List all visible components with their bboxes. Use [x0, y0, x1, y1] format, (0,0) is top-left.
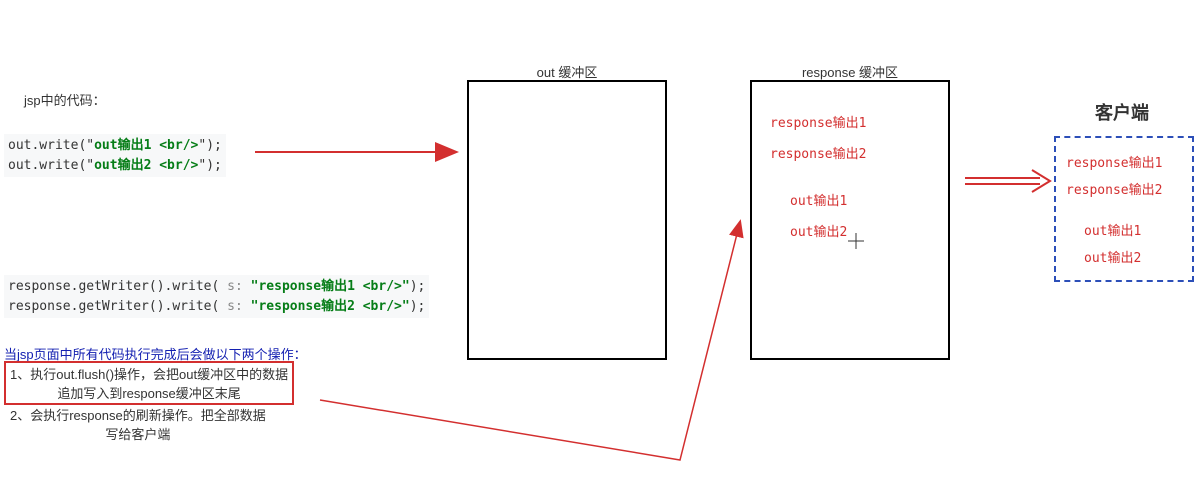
client-line4: out输出2 [1084, 247, 1182, 266]
code-txt: "); [198, 158, 221, 173]
out-buffer-box [467, 80, 667, 360]
resp-line4: out输出2 [790, 221, 948, 240]
client-line2: response输出2 [1066, 179, 1182, 198]
response-buffer-title: response 缓冲区 [750, 62, 950, 81]
code-txt: "); [198, 138, 221, 153]
client-title: 客户端 [1095, 99, 1149, 125]
code-txt: ); [410, 279, 426, 294]
code-line-1: response.getWriter().write( s: "response… [8, 277, 425, 297]
code-hint: s: [219, 279, 250, 294]
code-line-2: response.getWriter().write( s: "response… [8, 297, 425, 317]
client-line1: response输出1 [1066, 152, 1182, 171]
code-line-1: out.write("out输出1 <br/>"); [8, 136, 222, 156]
code-line-2: out.write("out输出2 <br/>"); [8, 156, 222, 176]
resp-line1: response输出1 [770, 112, 948, 131]
code-txt: out.write(" [8, 138, 94, 153]
client-box: response输出1 response输出2 out输出1 out输出2 [1054, 136, 1194, 282]
out-buffer-title: out 缓冲区 [467, 62, 667, 81]
note-2-line2: 写给客户端 [10, 424, 266, 443]
code-str: "response输出2 <br/>" [251, 299, 410, 314]
code-str: "response输出1 <br/>" [251, 279, 410, 294]
note-1-line1: 1、执行out.flush()操作，会把out缓冲区中的数据 [10, 364, 288, 383]
code-txt: response.getWriter().write( [8, 299, 219, 314]
code-block-response: response.getWriter().write( s: "response… [4, 275, 429, 318]
code-txt: response.getWriter().write( [8, 279, 219, 294]
note-2-line1: 2、会执行response的刷新操作。把全部数据 [10, 405, 266, 424]
code-txt: ); [410, 299, 426, 314]
note-2: 2、会执行response的刷新操作。把全部数据 写给客户端 [10, 405, 266, 443]
code-txt: out.write(" [8, 158, 94, 173]
code-hint: s: [219, 299, 250, 314]
cursor-cross-icon [848, 233, 864, 249]
code-block-out: out.write("out输出1 <br/>"); out.write("ou… [4, 134, 226, 177]
client-line3: out输出1 [1084, 220, 1182, 239]
response-buffer-box: response输出1 response输出2 out输出1 out输出2 [750, 80, 950, 360]
note-1-box: 1、执行out.flush()操作，会把out缓冲区中的数据 追加写入到resp… [4, 361, 294, 405]
section-title: jsp中的代码： [24, 90, 106, 109]
resp-line3: out输出1 [790, 190, 948, 209]
resp-line2: response输出2 [770, 143, 948, 162]
code-str: out输出2 <br/> [94, 158, 198, 173]
code-str: out输出1 <br/> [94, 138, 198, 153]
note-1-line2: 追加写入到response缓冲区末尾 [10, 383, 288, 402]
